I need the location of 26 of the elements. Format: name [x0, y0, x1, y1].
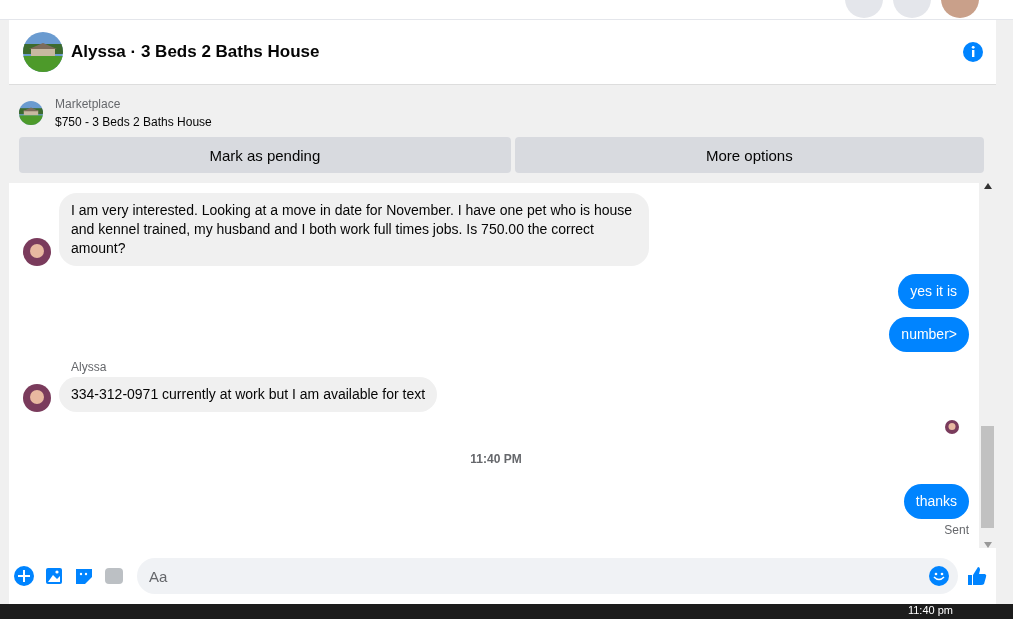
- conversation-title: Alyssa · 3 Beds 2 Baths House: [71, 42, 321, 62]
- taskbar-clock: 11:40 pm: [907, 604, 953, 618]
- incoming-message: I am very interested. Looking at a move in date for November. I have one pet who is house and kennel trained, my husband and I both work full times jobs. Is 750.00 the correct amount?: [59, 193, 649, 266]
- plus-icon[interactable]: [13, 565, 35, 587]
- outgoing-message: number>: [889, 317, 969, 352]
- scrollbar-thumb[interactable]: [981, 426, 994, 528]
- message-status: Sent: [944, 523, 969, 537]
- emoji-icon[interactable]: [928, 565, 950, 587]
- thumbs-up-icon[interactable]: [966, 565, 988, 587]
- listing-thumbnail: [19, 101, 43, 125]
- info-icon[interactable]: [962, 41, 984, 63]
- avatar-icon[interactable]: [23, 238, 51, 266]
- listing-source: Marketplace: [55, 96, 122, 113]
- image-icon[interactable]: [43, 565, 65, 587]
- listing-action-button[interactable]: Mark as pending: [19, 137, 511, 173]
- incoming-message: 334-312-0971 currently at work but I am available for text: [59, 377, 438, 412]
- listing-action-button[interactable]: More options: [514, 137, 984, 173]
- outgoing-message: yes it is: [898, 274, 969, 309]
- sender-name: Alyssa: [70, 360, 108, 374]
- listing-title[interactable]: $750 - 3 Beds 2 Baths House: [55, 113, 212, 131]
- avatar-icon[interactable]: [945, 420, 959, 434]
- timestamp: 11:40 PM: [470, 452, 522, 466]
- scroll-down-icon[interactable]: [983, 542, 992, 548]
- outgoing-message: thanks: [903, 484, 969, 519]
- message-field[interactable]: Aa: [137, 558, 958, 594]
- avatar-icon[interactable]: [23, 384, 51, 412]
